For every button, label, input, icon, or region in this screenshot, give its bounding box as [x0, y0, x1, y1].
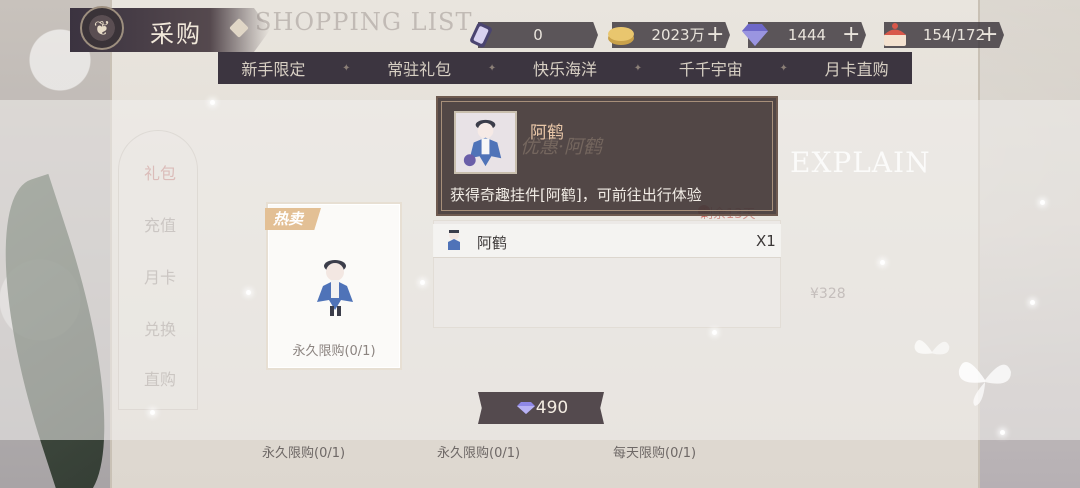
portrait-chibi-icon [463, 119, 502, 167]
bottom-limit-1: 永久限购(0/1) [262, 446, 346, 461]
tab-separator: ✦ [633, 62, 643, 74]
item-chibi-icon [448, 230, 460, 250]
tooltip-portrait [454, 111, 517, 174]
hot-sale-tag: 热卖 [265, 208, 321, 230]
sparkle [880, 260, 885, 265]
item-quantity: X1 [756, 232, 776, 250]
chibi-character-icon [317, 260, 353, 316]
sparkle [150, 410, 155, 415]
sparkle [420, 280, 425, 285]
gold-coin-icon [608, 27, 634, 45]
sparkle [210, 100, 215, 105]
add-diamond-button[interactable]: + [842, 22, 860, 48]
tab-separator: ✦ [342, 62, 351, 74]
resource-stamina-value: 154/172 [922, 26, 986, 44]
bottom-limit-3: 每天限购(0/1) [613, 446, 697, 461]
sparkle [712, 330, 717, 335]
background-title: SHOPPING LIST [255, 8, 473, 36]
sparkle [1000, 430, 1005, 435]
tab-universe[interactable]: 千千宇宙 [669, 56, 753, 80]
page-title: 采购 [150, 20, 202, 48]
butterfly-emblem-icon: ❦ [80, 6, 124, 50]
resource-diamond-value: 1444 [787, 26, 827, 44]
diamond-icon [742, 24, 768, 46]
tab-newbie[interactable]: 新手限定 [231, 56, 315, 80]
explain-decor-text: EXPLAIN [790, 146, 931, 179]
add-gold-button[interactable]: + [706, 22, 724, 48]
tab-monthly-card[interactable]: 月卡直购 [815, 56, 899, 80]
bottom-limit-2: 永久限购(0/1) [437, 446, 521, 461]
tooltip-item-name: 阿鹤 [530, 123, 564, 143]
ghost-price: ¥328 [810, 286, 846, 302]
cake-stamina-icon [884, 23, 906, 46]
resource-coin-stack-value: 0 [533, 26, 543, 44]
item-name: 阿鹤 [477, 234, 508, 252]
category-tabs: 新手限定 ✦ 常驻礼包 ✦ 快乐海洋 ✦ 千千宇宙 ✦ 月卡直购 [218, 52, 912, 84]
buy-price-button[interactable]: 490 [478, 392, 604, 424]
diamond-icon [517, 402, 535, 414]
resource-gold-value: 2023万 [651, 26, 705, 44]
coin-stack-icon [470, 22, 492, 48]
tab-separator: ✦ [487, 62, 497, 74]
sparkle [1030, 300, 1035, 305]
tab-separator: ✦ [779, 62, 788, 74]
tab-regular-gift[interactable]: 常驻礼包 [377, 56, 461, 80]
butterfly-icon [914, 340, 950, 355]
sparkle [1040, 200, 1045, 205]
tab-happy-ocean[interactable]: 快乐海洋 [523, 56, 607, 80]
butterfly-icon [958, 362, 1011, 406]
sparkle [246, 290, 251, 295]
tooltip-description: 获得奇趣挂件[阿鹤]，可前往出行体验 [450, 186, 702, 204]
card-purchase-limit: 永久限购(0/1) [292, 344, 376, 359]
add-stamina-button[interactable]: + [980, 22, 998, 48]
